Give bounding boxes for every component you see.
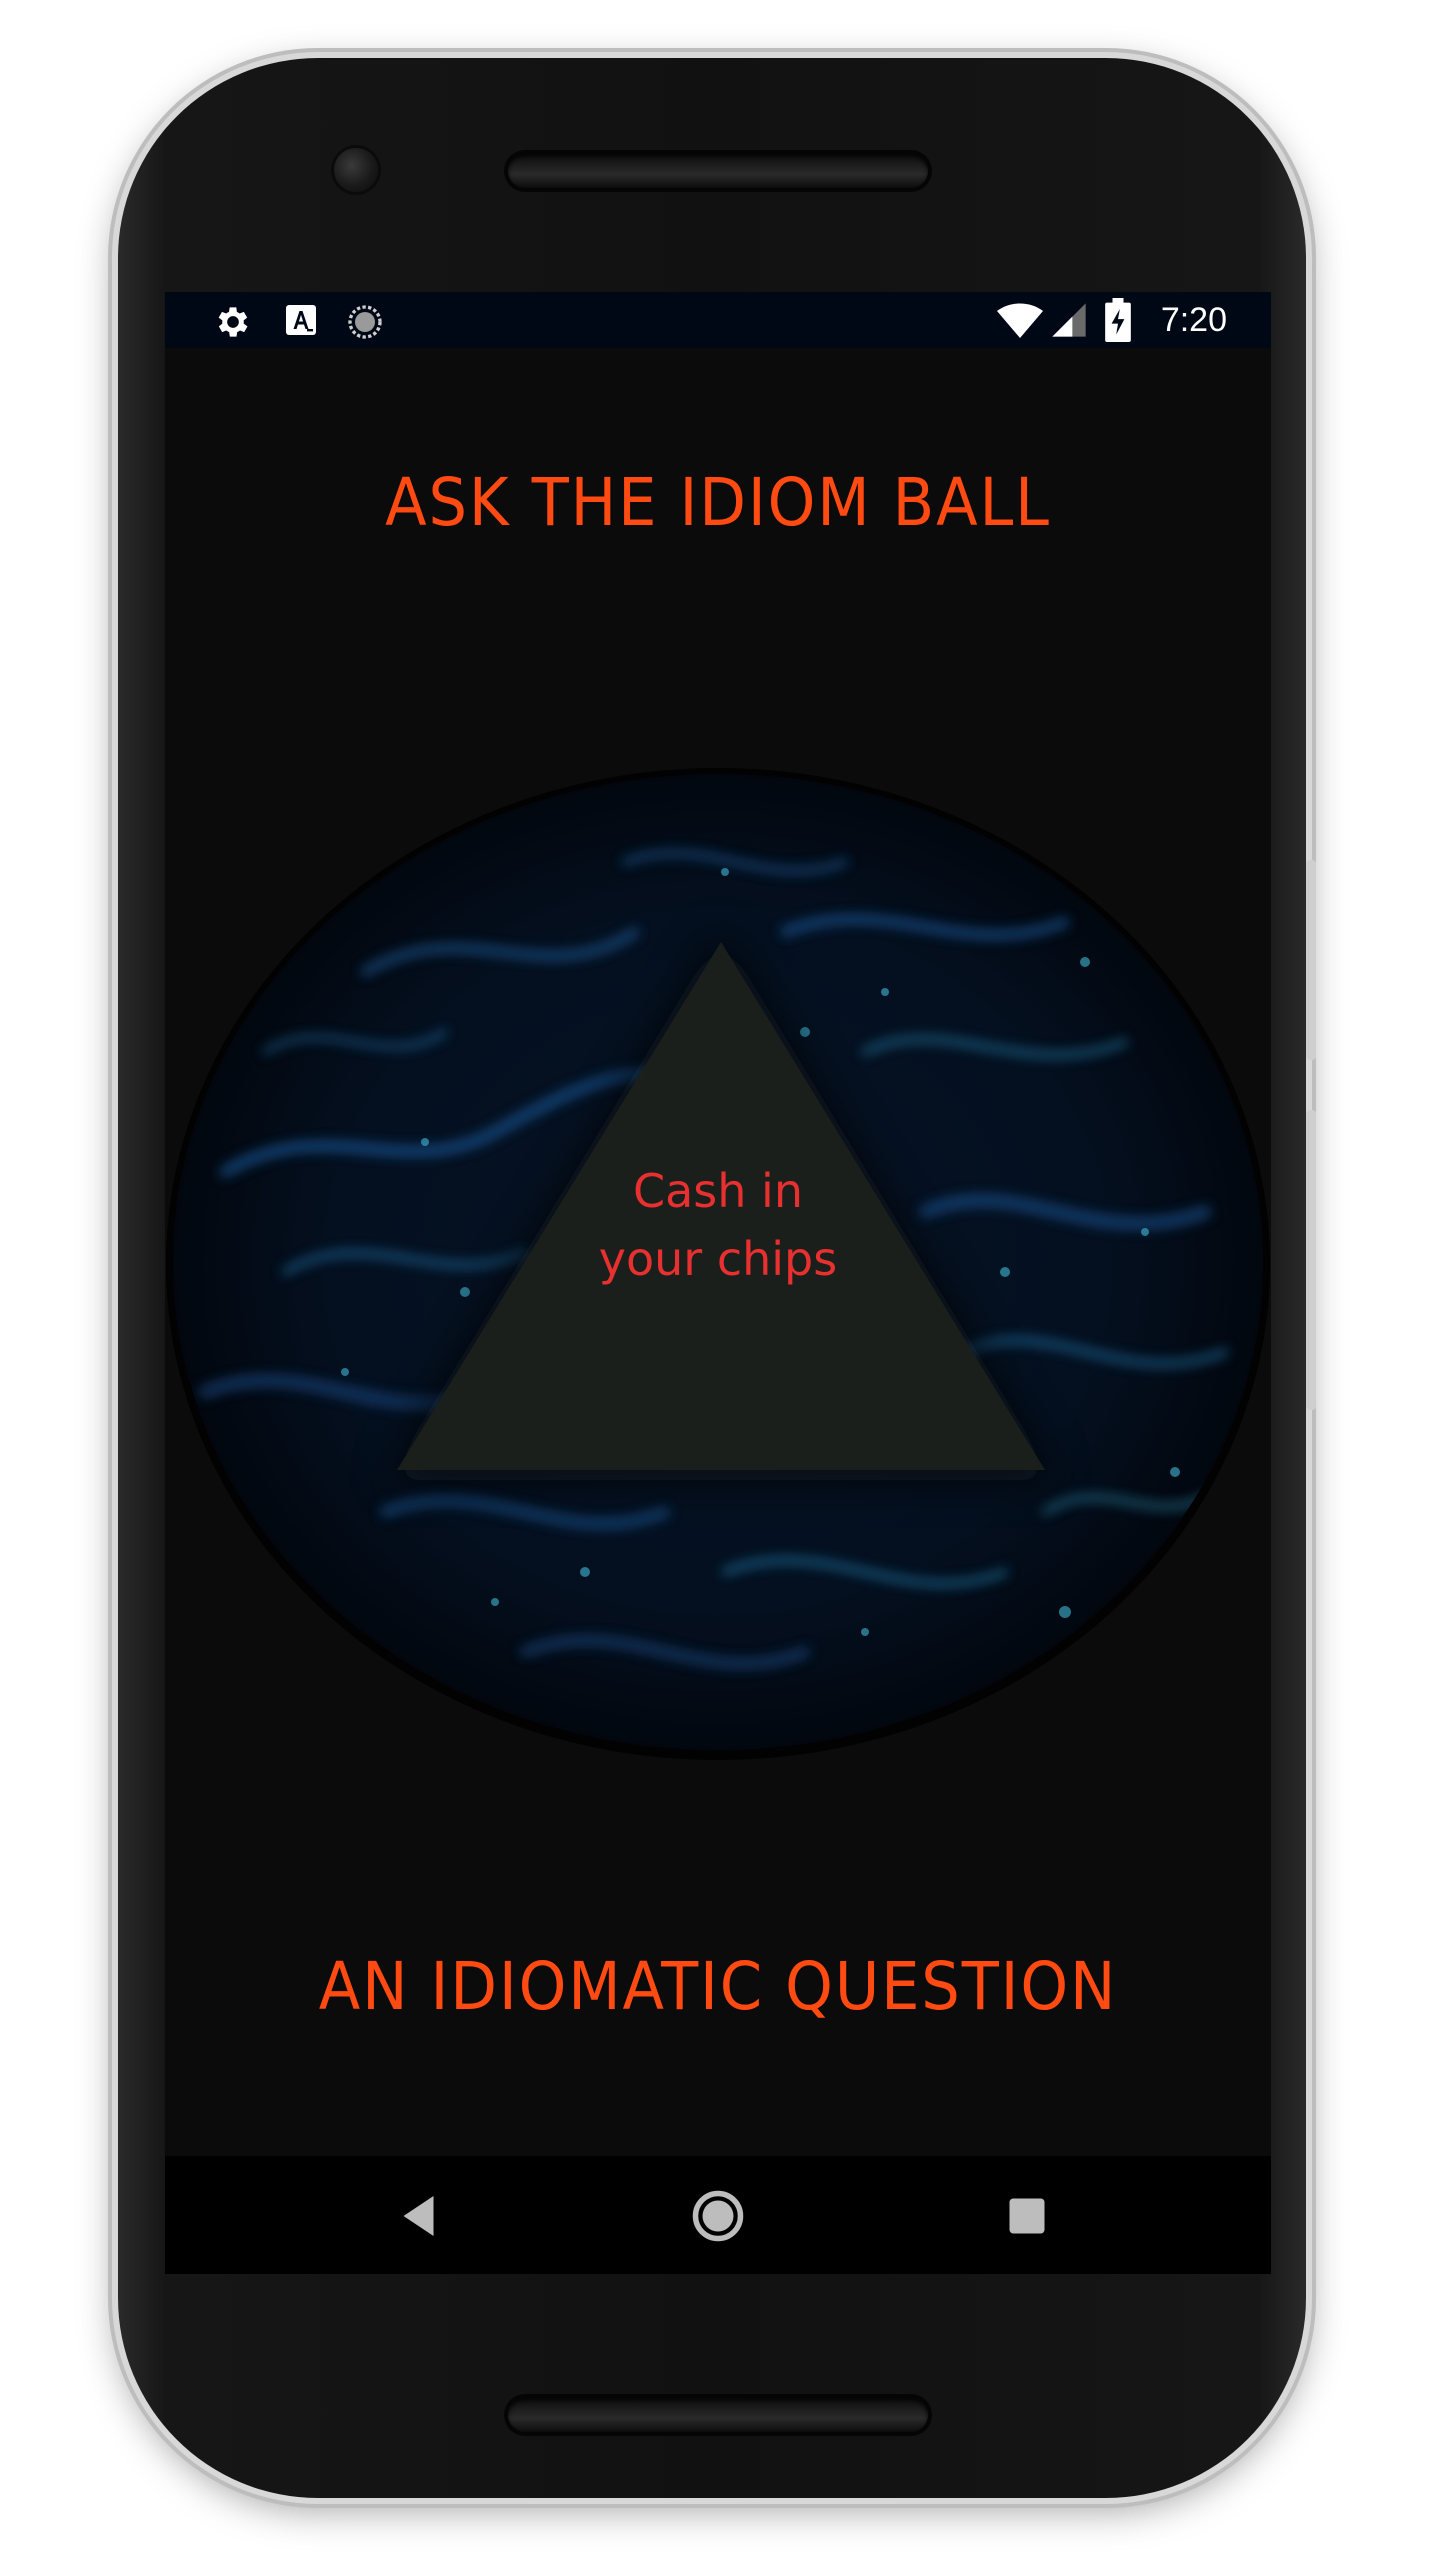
status-bar: 7:20 [165, 292, 1271, 348]
bottom-speaker [508, 2398, 928, 2432]
font-a-icon [286, 305, 316, 335]
top-speaker [508, 154, 928, 188]
navigation-bar [165, 2156, 1271, 2274]
settings-icon [218, 307, 248, 337]
answer-line-1: Cash in [633, 1164, 803, 1218]
phone-side-button [1306, 1110, 1316, 1410]
answer-line-2: your chips [598, 1232, 838, 1286]
sync-icon [348, 305, 382, 339]
wifi-icon [997, 303, 1043, 338]
question-prompt[interactable]: AN IDIOMATIC QUESTION [209, 1948, 1227, 2025]
battery-charging-icon [1105, 298, 1131, 342]
answer-text: Cash in your chips [518, 1157, 918, 1293]
signal-icon [1052, 303, 1086, 337]
back-icon[interactable] [391, 2186, 451, 2246]
front-camera [334, 148, 378, 192]
app-title: ASK THE IDIOM BALL [385, 464, 1051, 541]
recents-icon[interactable] [997, 2186, 1057, 2246]
phone-side-button [1306, 860, 1316, 1060]
home-icon[interactable] [688, 2186, 748, 2246]
screen: 7:20 ASK THE IDIOM BALL Cash in your chi… [165, 292, 1271, 2274]
status-time: 7:20 [1160, 301, 1227, 339]
